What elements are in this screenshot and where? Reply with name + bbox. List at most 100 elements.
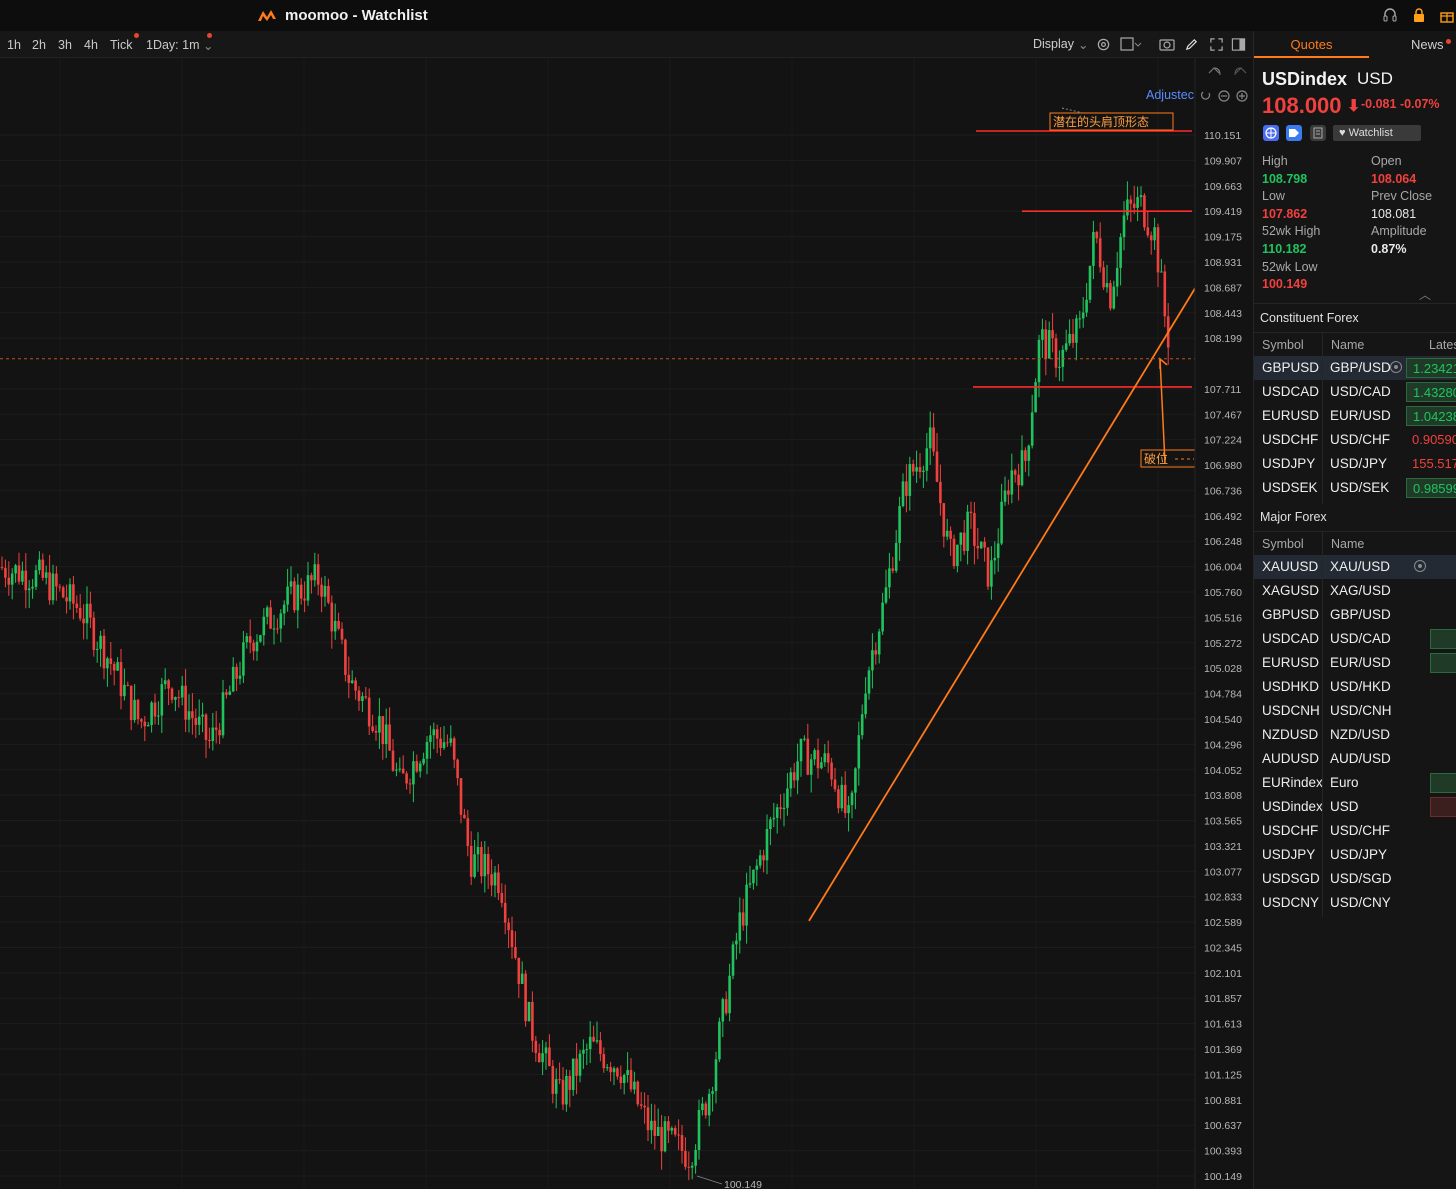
major-forex-row[interactable]: XAGUSD XAG/USD <box>1254 579 1456 603</box>
candle-body <box>361 696 364 701</box>
candle-body <box>830 762 833 780</box>
candle-body <box>1044 329 1048 359</box>
major-forex-title: Major Forex <box>1260 510 1327 524</box>
candle-body <box>969 511 973 514</box>
y-tick-label: 105.760 <box>1204 587 1242 599</box>
candle-body <box>772 817 776 820</box>
pencil-draw-icon[interactable] <box>1184 37 1199 55</box>
camera-icon[interactable] <box>1159 37 1175 55</box>
constituent-row[interactable]: USDCHF USD/CHF 0.90590 <box>1254 428 1456 452</box>
chevron-down-icon[interactable]: ⌄ <box>203 38 213 53</box>
fullscreen-icon[interactable] <box>1209 37 1224 55</box>
candle-body <box>884 587 888 603</box>
reset-icon[interactable] <box>1200 91 1211 100</box>
candle-body <box>180 685 184 698</box>
candle-body <box>473 854 476 877</box>
undo-icon[interactable] <box>1208 67 1221 76</box>
candle-body <box>85 603 89 624</box>
stat-amplitude-value: 0.87% <box>1371 242 1407 256</box>
timeframe-1h[interactable]: 1h <box>7 38 21 52</box>
col-latest[interactable]: Lates <box>1429 338 1456 352</box>
col-name[interactable]: Name <box>1331 537 1364 551</box>
candle-body <box>544 1047 548 1054</box>
candle-body <box>527 1001 531 1022</box>
major-forex-row[interactable]: XAUUSD XAU/USD <box>1254 555 1456 579</box>
collapse-chevron-icon[interactable]: ︿ <box>1419 286 1431 303</box>
major-forex-row[interactable]: USDHKD USD/HKD <box>1254 675 1456 699</box>
constituent-row[interactable]: EURUSD EUR/USD 1.04238 <box>1254 404 1456 428</box>
major-forex-row[interactable]: EURUSD EUR/USD <box>1254 651 1456 675</box>
row-symbol: USDSGD <box>1262 871 1320 886</box>
timeframe-2h[interactable]: 2h <box>32 38 46 52</box>
undo-redo-icons[interactable] <box>1205 63 1250 79</box>
adjusted-label[interactable]: Adjustec <box>1146 88 1194 102</box>
candle-body <box>1095 232 1099 239</box>
note-icon[interactable] <box>1310 125 1326 141</box>
y-tick-label: 101.857 <box>1204 993 1242 1005</box>
panel-toggle-icon[interactable] <box>1231 37 1246 55</box>
gift-icon[interactable] <box>1438 7 1456 25</box>
major-forex-row[interactable]: USDCHF USD/CHF <box>1254 819 1456 843</box>
layout-box-icon[interactable] <box>1120 37 1142 55</box>
timeframe-3h[interactable]: 3h <box>58 38 72 52</box>
globe-icon[interactable] <box>1263 125 1279 141</box>
constituent-row[interactable]: USDCAD USD/CAD 1.43280 <box>1254 380 1456 404</box>
major-forex-row[interactable]: USDJPY USD/JPY <box>1254 843 1456 867</box>
major-forex-row[interactable]: GBPUSD GBP/USD <box>1254 603 1456 627</box>
major-forex-row[interactable]: AUDUSD AUD/USD <box>1254 747 1456 771</box>
row-symbol: EURUSD <box>1262 408 1320 423</box>
symbol-title: USDindex <box>1262 69 1348 89</box>
candle-body <box>1153 227 1156 241</box>
col-symbol[interactable]: Symbol <box>1262 537 1304 551</box>
timeframe-4h[interactable]: 4h <box>84 38 98 52</box>
candlestick-chart[interactable]: 108.001潜在的头肩顶形态破位100.149 110.151109.9071… <box>0 58 1253 1189</box>
candle-body <box>707 1093 711 1116</box>
candle-body <box>75 603 79 608</box>
candle-body <box>157 715 160 717</box>
constituent-row[interactable]: GBPUSD GBP/USD 1.23421 <box>1254 356 1456 380</box>
col-name[interactable]: Name <box>1331 338 1364 352</box>
candle-body <box>507 922 510 931</box>
major-forex-row[interactable]: USDCNY USD/CNY <box>1254 891 1456 915</box>
row-name: GBP/USD <box>1330 360 1391 375</box>
tag-icon[interactable] <box>1286 125 1302 141</box>
headset-icon[interactable] <box>1381 7 1399 25</box>
chart-canvas[interactable]: 108.001潜在的头肩顶形态破位100.149 110.151109.9071… <box>0 58 1253 1189</box>
col-symbol[interactable]: Symbol <box>1262 338 1304 352</box>
candle-body <box>371 726 374 731</box>
tab-quotes[interactable]: Quotes <box>1254 31 1369 58</box>
major-forex-row[interactable]: NZDUSD NZD/USD <box>1254 723 1456 747</box>
major-forex-row[interactable]: USDindex USD <box>1254 795 1456 819</box>
constituent-row[interactable]: USDJPY USD/JPY 155.517 <box>1254 452 1456 476</box>
row-symbol: USDCAD <box>1262 384 1320 399</box>
major-forex-row[interactable]: USDCNH USD/CNH <box>1254 699 1456 723</box>
candle-body <box>616 1068 619 1077</box>
major-forex-row[interactable]: USDSGD USD/SGD <box>1254 867 1456 891</box>
settings-gear-icon[interactable] <box>1096 37 1111 55</box>
candle-body <box>915 467 918 472</box>
candle-body <box>55 573 58 587</box>
candle-body <box>486 853 490 875</box>
lock-icon[interactable] <box>1410 7 1428 25</box>
chart-control-icons[interactable] <box>1200 89 1250 103</box>
chevron-down-icon[interactable]: ⌄ <box>1078 37 1088 52</box>
candle-body <box>255 641 259 652</box>
constituent-row[interactable]: USDSEK USD/SEK 0.98599 <box>1254 476 1456 500</box>
eye-icon[interactable] <box>1390 361 1402 373</box>
timeframe-1day-selector[interactable]: 1Day: 1m <box>146 38 200 52</box>
tab-news[interactable]: News <box>1411 37 1444 52</box>
eye-icon[interactable] <box>1414 560 1426 572</box>
candle-body <box>1115 267 1119 287</box>
candle-body <box>626 1070 629 1075</box>
row-name: GBP/USD <box>1330 607 1391 622</box>
timeframe-tick[interactable]: Tick <box>110 38 132 52</box>
candle-body <box>357 690 361 701</box>
major-forex-row[interactable]: USDCAD USD/CAD <box>1254 627 1456 651</box>
row-name: USD/CNH <box>1330 703 1392 718</box>
redo-icon[interactable] <box>1234 67 1247 76</box>
candle-body <box>1075 318 1078 343</box>
watchlist-button[interactable]: ♥ Watchlist <box>1333 125 1421 141</box>
candle-body <box>813 750 816 760</box>
major-forex-row[interactable]: EURindex Euro <box>1254 771 1456 795</box>
display-menu[interactable]: Display <box>1033 37 1074 51</box>
